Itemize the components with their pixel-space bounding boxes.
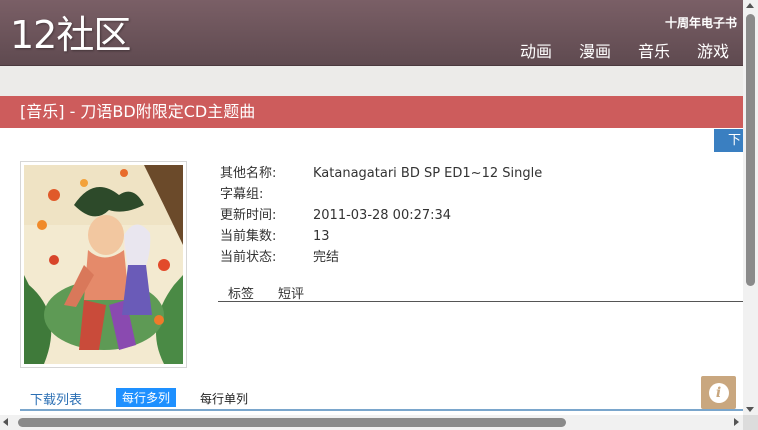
info-row: 更新时间: 2011-03-28 00:27:34 [220, 205, 542, 226]
info-value: Katanagatari BD SP ED1~12 Single [313, 166, 543, 181]
info-row: 当前状态: 完结 [220, 247, 542, 268]
info-button[interactable]: i [701, 376, 736, 409]
info-row: 当前集数: 13 [220, 226, 542, 247]
cover-artwork [24, 165, 183, 364]
cover-image [20, 161, 187, 368]
scrollbar-corner [743, 415, 758, 430]
info-row: 其他名称: Katanagatari BD SP ED1~12 Single [220, 163, 542, 184]
download-tab[interactable]: 下 [714, 129, 743, 152]
info-value: 13 [313, 229, 330, 244]
album-info: 其他名称: Katanagatari BD SP ED1~12 Single 字… [220, 163, 542, 268]
info-label: 当前集数: [220, 229, 277, 244]
info-tabs: 标签 短评 [218, 281, 743, 302]
page-title-bar: [音乐] - 刀语BD附限定CD主题曲 [0, 96, 743, 128]
info-icon: i [708, 382, 729, 403]
download-list-tab[interactable]: 下载列表 [30, 389, 82, 408]
tab-reviews[interactable]: 短评 [278, 283, 304, 302]
promo-link[interactable]: 十周年电子书 [665, 14, 737, 31]
site-logo[interactable]: 12社区 [10, 10, 131, 60]
info-label: 其他名称: [220, 166, 277, 181]
scroll-left-arrow-icon[interactable] [3, 418, 8, 426]
info-label: 更新时间: [220, 208, 277, 223]
tab-tags[interactable]: 标签 [228, 283, 254, 302]
layout-single-button[interactable]: 每行单列 [200, 390, 248, 407]
scroll-up-arrow-icon[interactable] [746, 3, 754, 8]
info-label: 字幕组: [220, 187, 264, 202]
info-row: 字幕组: [220, 184, 542, 205]
site-header: 12社区 十周年电子书 动画 漫画 音乐 游戏 [0, 0, 743, 66]
vertical-scrollbar[interactable] [743, 0, 758, 415]
horizontal-scrollbar[interactable] [0, 415, 743, 430]
horizontal-scroll-thumb[interactable] [18, 418, 566, 427]
download-list-bar: 下载列表 每行多列 每行单列 [20, 387, 743, 411]
scroll-down-arrow-icon[interactable] [746, 407, 754, 412]
info-value: 2011-03-28 00:27:34 [313, 208, 452, 223]
info-value: 完结 [313, 250, 340, 265]
scroll-right-arrow-icon[interactable] [734, 418, 739, 426]
nav-games[interactable]: 游戏 [697, 38, 729, 62]
nav-anime[interactable]: 动画 [520, 38, 552, 62]
main-nav: 动画 漫画 音乐 游戏 [493, 38, 729, 62]
page-title: [音乐] - 刀语BD附限定CD主题曲 [20, 102, 256, 121]
layout-multi-button[interactable]: 每行多列 [116, 388, 177, 407]
sub-band [0, 66, 743, 96]
nav-manga[interactable]: 漫画 [579, 38, 611, 62]
info-label: 当前状态: [220, 250, 277, 265]
nav-music[interactable]: 音乐 [638, 38, 670, 62]
vertical-scroll-thumb[interactable] [746, 14, 755, 286]
